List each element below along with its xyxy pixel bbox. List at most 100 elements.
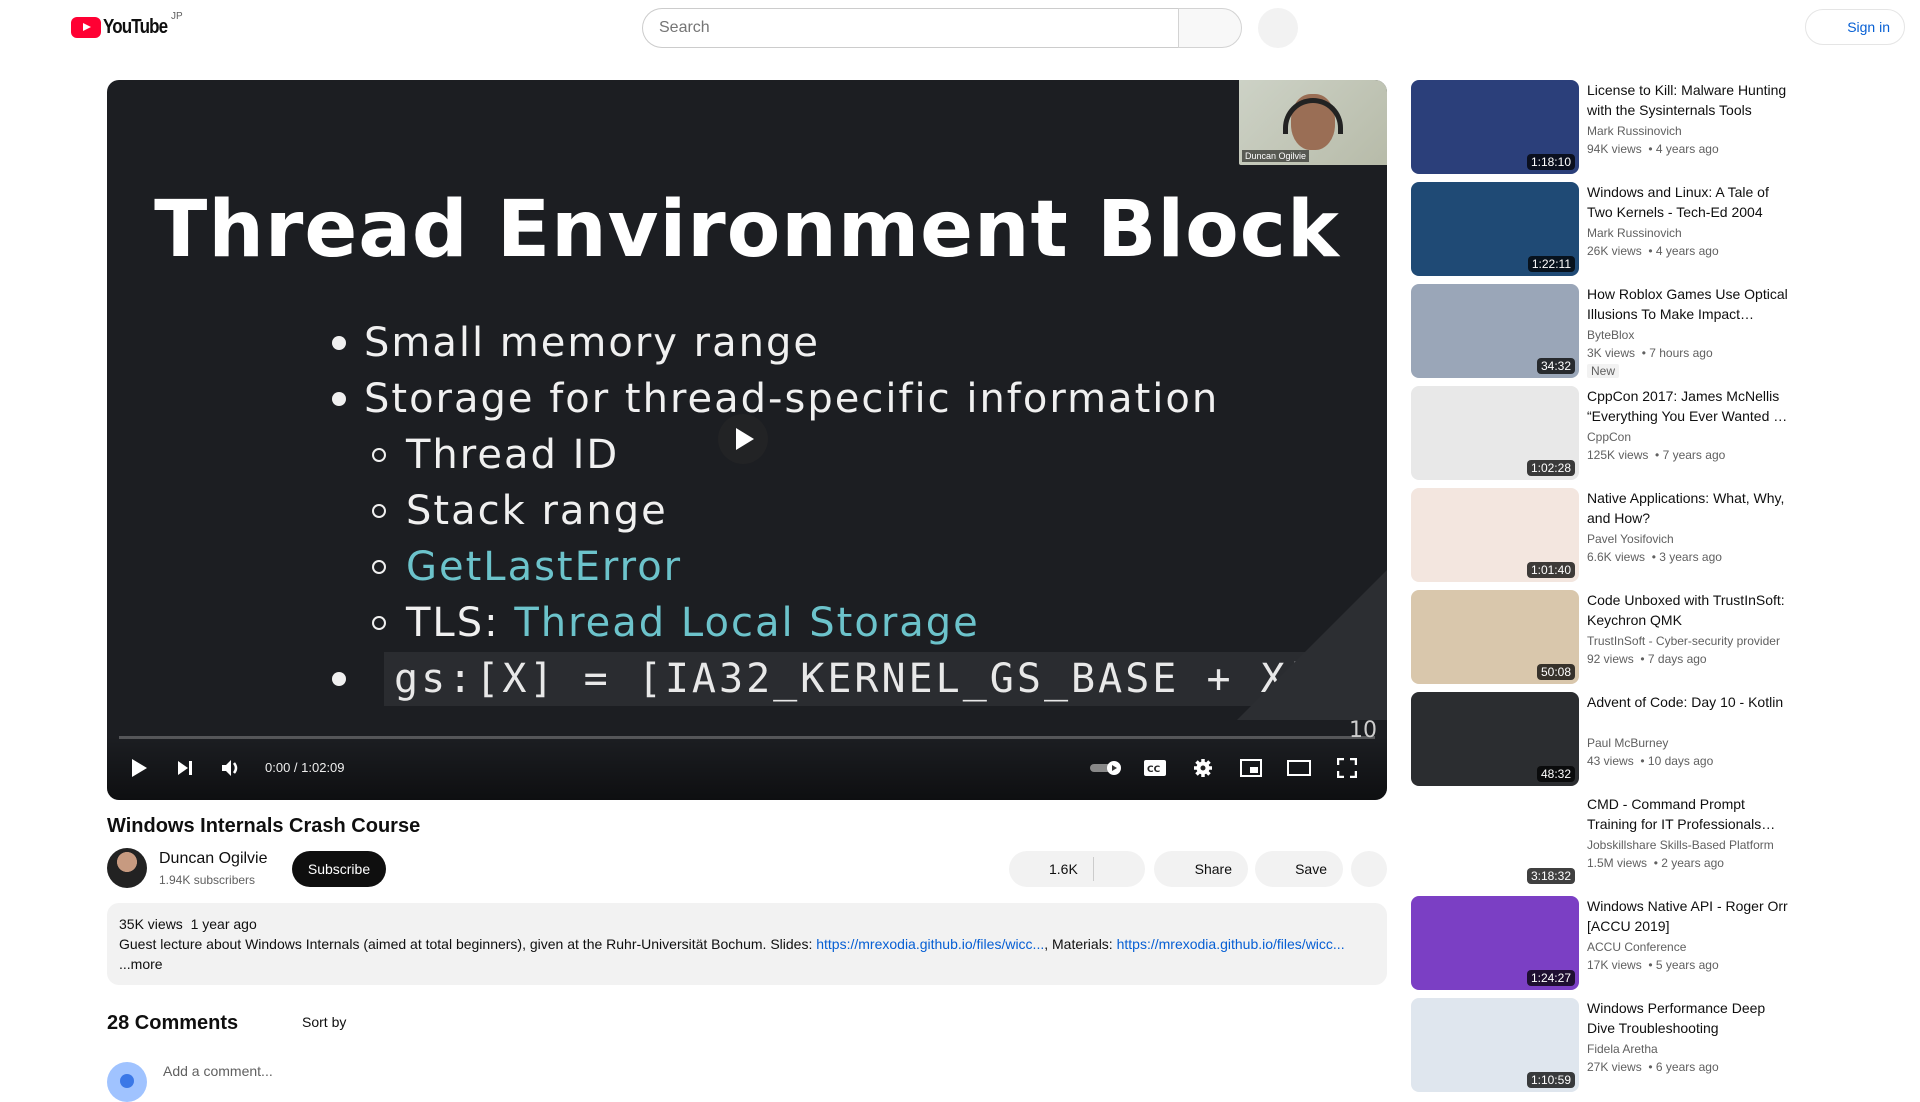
recommendation-channel[interactable]: Paul McBurney <box>1587 734 1847 752</box>
materials-label: , Materials: <box>1044 936 1117 952</box>
channel-name[interactable]: Duncan Ogilvie <box>159 850 268 868</box>
recommendation-item[interactable]: 1:24:27 Windows Native API - Roger Orr [A… <box>1411 896 1911 990</box>
description-meta: 35K views 1 year ago <box>119 914 1375 934</box>
share-button[interactable]: Share <box>1154 851 1248 887</box>
recommendation-channel[interactable]: Jobskillshare Skills-Based Platform <box>1587 836 1847 854</box>
bullet: gs:[X] = [IA32_KERNEL_GS_BASE + X] <box>332 651 1325 707</box>
theater-mode-button[interactable] <box>1281 750 1317 786</box>
miniplayer-button[interactable] <box>1233 750 1269 786</box>
video-thumbnail[interactable]: 1:22:11 <box>1411 182 1579 276</box>
video-thumbnail[interactable]: 1:02:28 <box>1411 386 1579 480</box>
youtube-play-icon <box>71 17 101 38</box>
video-player[interactable]: Thread Environment Block Small memory ra… <box>107 80 1387 800</box>
video-thumbnail[interactable]: 50:08 <box>1411 590 1579 684</box>
meta-separator: • <box>1647 856 1662 870</box>
theater-icon <box>1287 760 1311 776</box>
recommendation-title[interactable]: CMD - Command Prompt Training for IT Pro… <box>1587 794 1797 834</box>
settings-button[interactable] <box>1185 750 1221 786</box>
recommendation-views: 17K views <box>1587 958 1642 972</box>
recommendation-item[interactable]: 1:18:10 License to Kill: Malware Hunting … <box>1411 80 1911 174</box>
play-button[interactable] <box>121 750 157 786</box>
video-thumbnail[interactable]: 1:10:59 <box>1411 998 1579 1092</box>
recommendation-title[interactable]: Windows and Linux: A Tale of Two Kernels… <box>1587 182 1797 222</box>
recommendation-channel[interactable]: Pavel Yosifovich <box>1587 530 1847 548</box>
user-avatar <box>107 1062 147 1102</box>
autoplay-toggle[interactable] <box>1087 750 1127 786</box>
recommendation-title[interactable]: Code Unboxed with TrustInSoft: Keychron … <box>1587 590 1797 630</box>
recommendation-item[interactable]: 3:18:32 CMD - Command Prompt Training for… <box>1411 794 1911 888</box>
materials-link[interactable]: https://mrexodia.github.io/files/wicc... <box>1117 936 1345 952</box>
sign-in-button[interactable]: Sign in <box>1805 9 1905 45</box>
bullet-dot-icon <box>332 336 346 350</box>
recommendation-channel[interactable]: Mark Russinovich <box>1587 122 1847 140</box>
video-thumbnail[interactable]: 1:24:27 <box>1411 896 1579 990</box>
recommendation-channel[interactable]: Fidela Aretha <box>1587 1040 1847 1058</box>
more-actions-button[interactable] <box>1351 851 1387 887</box>
recommendation-title[interactable]: Windows Performance Deep Dive Troublesho… <box>1587 998 1797 1038</box>
video-duration: 1:24:27 <box>1526 970 1575 986</box>
like-count: 1.6K <box>1049 861 1078 877</box>
fullscreen-button[interactable] <box>1329 750 1365 786</box>
video-thumbnail[interactable]: 1:01:40 <box>1411 488 1579 582</box>
recommendation-info: ByteBlox 3K views • 7 hours ago New <box>1587 326 1847 380</box>
recommendation-channel[interactable]: Mark Russinovich <box>1587 224 1847 242</box>
webcam-overlay: Duncan Ogilvie <box>1239 80 1387 165</box>
recommendation-age: 7 days ago <box>1647 652 1707 666</box>
search-input[interactable] <box>642 8 1178 48</box>
description-more[interactable]: ...more <box>119 954 1375 974</box>
center-play-icon[interactable] <box>718 414 768 464</box>
recommendation-title[interactable]: Windows Native API - Roger Orr [ACCU 201… <box>1587 896 1797 936</box>
youtube-logo[interactable]: YouTube JP <box>71 11 183 39</box>
play-icon <box>132 759 147 777</box>
add-comment-input[interactable]: Add a comment... <box>163 1063 273 1079</box>
slides-link[interactable]: https://mrexodia.github.io/files/wicc... <box>816 936 1044 952</box>
video-thumbnail[interactable]: 3:18:32 <box>1411 794 1579 888</box>
country-code: JP <box>171 11 183 22</box>
recommendation-item[interactable]: 1:22:11 Windows and Linux: A Tale of Two … <box>1411 182 1911 276</box>
recommendation-channel[interactable]: ACCU Conference <box>1587 938 1847 956</box>
recommendation-meta: 26K views • 4 years ago <box>1587 242 1847 260</box>
recommendation-item[interactable]: 1:02:28 CppCon 2017: James McNellis “Ever… <box>1411 386 1911 480</box>
recommendation-info: Paul McBurney 43 views • 10 days ago <box>1587 734 1847 770</box>
recommendation-views: 92 views <box>1587 652 1634 666</box>
recommendation-meta: 125K views • 7 years ago <box>1587 446 1847 464</box>
captions-button[interactable]: CC <box>1137 750 1173 786</box>
recommendation-item[interactable]: 50:08 Code Unboxed with TrustInSoft: Keyc… <box>1411 590 1911 684</box>
video-thumbnail[interactable]: 48:32 <box>1411 692 1579 786</box>
recommendation-title[interactable]: How Roblox Games Use Optical Illusions T… <box>1587 284 1797 324</box>
description-box[interactable]: 35K views 1 year ago Guest lecture about… <box>107 903 1387 985</box>
video-thumbnail[interactable]: 1:18:10 <box>1411 80 1579 174</box>
mute-button[interactable] <box>213 750 249 786</box>
sort-by-button[interactable]: Sort by <box>302 1014 346 1030</box>
recommendation-item[interactable]: 34:32 How Roblox Games Use Optical Illusi… <box>1411 284 1911 378</box>
recommendation-item[interactable]: 48:32 Advent of Code: Day 10 - Kotlin Paul… <box>1411 692 1911 786</box>
sub-bullet: Stack range <box>332 483 1325 539</box>
recommendation-views: 94K views <box>1587 142 1642 156</box>
channel-avatar[interactable] <box>107 848 147 888</box>
like-dislike-divider <box>1093 857 1094 881</box>
recommendation-title[interactable]: CppCon 2017: James McNellis “Everything … <box>1587 386 1797 426</box>
recommendation-info: TrustInSoft - Cyber-security provider 92 … <box>1587 632 1847 668</box>
recommendation-title[interactable]: License to Kill: Malware Hunting with th… <box>1587 80 1797 120</box>
search-button[interactable] <box>1178 8 1242 48</box>
recommendation-channel[interactable]: ByteBlox <box>1587 326 1847 344</box>
like-button[interactable]: 1.6K <box>1009 851 1145 887</box>
voice-search-button[interactable] <box>1258 8 1298 48</box>
recommendation-age: 6 years ago <box>1655 1060 1719 1074</box>
bullet-text: Small memory range <box>364 320 820 366</box>
recommendation-title[interactable]: Advent of Code: Day 10 - Kotlin <box>1587 692 1797 712</box>
subscribe-button[interactable]: Subscribe <box>292 851 386 887</box>
recommendation-channel[interactable]: CppCon <box>1587 428 1847 446</box>
recommendation-age: 4 years ago <box>1655 244 1719 258</box>
recommendation-title[interactable]: Native Applications: What, Why, and How? <box>1587 488 1797 528</box>
upload-age: 1 year ago <box>190 916 257 932</box>
recommendation-channel[interactable]: TrustInSoft - Cyber-security provider <box>1587 632 1847 650</box>
save-button[interactable]: Save <box>1255 851 1343 887</box>
recommendation-meta: 43 views • 10 days ago <box>1587 752 1847 770</box>
progress-bar[interactable] <box>119 736 1375 739</box>
next-button[interactable] <box>167 750 203 786</box>
recommendation-info: Mark Russinovich 26K views • 4 years ago <box>1587 224 1847 260</box>
video-thumbnail[interactable]: 34:32 <box>1411 284 1579 378</box>
recommendation-item[interactable]: 1:10:59 Windows Performance Deep Dive Tro… <box>1411 998 1911 1092</box>
recommendation-item[interactable]: 1:01:40 Native Applications: What, Why, a… <box>1411 488 1911 582</box>
